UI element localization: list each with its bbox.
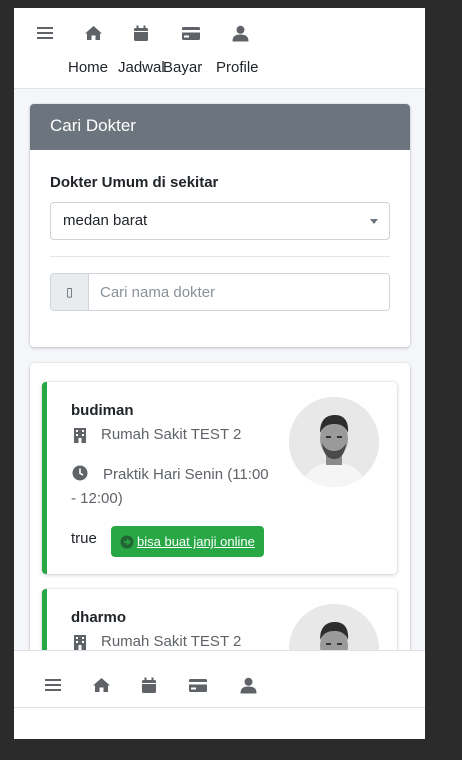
hospital-icon (71, 426, 89, 444)
clock-icon (71, 464, 89, 482)
schedule-line-2: - 12:00) (71, 490, 123, 507)
hospital-name: Rumah Sakit TEST 2 (101, 633, 242, 650)
search-icon: ▯ (51, 274, 89, 310)
location-select-value: medan barat (63, 212, 148, 229)
doctor-search-input[interactable] (89, 274, 389, 310)
bottom-divider (14, 707, 425, 708)
location-select[interactable]: medan barat (50, 202, 390, 240)
hospital-name: Rumah Sakit TEST 2 (101, 426, 242, 443)
caret-down-icon (370, 219, 378, 224)
doctor-name: dharmo (71, 609, 127, 626)
arrow-circle-right-icon (120, 535, 134, 548)
nav-bayar-label[interactable]: Bayar (163, 59, 202, 76)
doctor-avatar (289, 397, 379, 487)
doctor-card[interactable]: budiman Rumah Sakit TEST 2 Praktik Hari … (42, 382, 397, 574)
bottom-navbar (14, 650, 425, 739)
menu-icon[interactable] (41, 674, 65, 696)
card-header: Cari Dokter (30, 104, 410, 150)
search-doctor-card: Cari Dokter Dokter Umum di sekitar medan… (30, 104, 410, 347)
home-icon[interactable] (81, 22, 105, 44)
doctor-list-card: budiman Rumah Sakit TEST 2 Praktik Hari … (30, 363, 410, 699)
nav-profile-label[interactable]: Profile (216, 59, 259, 76)
user-icon[interactable] (236, 674, 260, 696)
doctor-search-group: ▯ (50, 273, 390, 311)
app-screen: Home Jadwal Bayar Profile Cari Dokter Do… (14, 8, 425, 739)
doctor-name: budiman (71, 402, 134, 419)
book-online-button[interactable]: bisa buat janji online (111, 526, 264, 557)
divider (50, 256, 390, 257)
calendar-icon[interactable] (129, 22, 153, 44)
credit-card-icon[interactable] (186, 674, 210, 696)
menu-icon[interactable] (33, 22, 57, 44)
user-icon[interactable] (228, 22, 252, 44)
schedule-line-1: Praktik Hari Senin (11:00 (103, 466, 269, 483)
calendar-icon[interactable] (137, 674, 161, 696)
credit-card-icon[interactable] (179, 22, 203, 44)
hospital-icon (71, 633, 89, 651)
home-icon[interactable] (89, 674, 113, 696)
online-status-value: true (71, 530, 97, 547)
nav-jadwal-label[interactable]: Jadwal (118, 59, 165, 76)
nav-home-label[interactable]: Home (68, 59, 108, 76)
section-label: Dokter Umum di sekitar (50, 174, 219, 191)
top-navbar: Home Jadwal Bayar Profile (14, 8, 425, 89)
book-online-label: bisa buat janji online (137, 534, 255, 549)
